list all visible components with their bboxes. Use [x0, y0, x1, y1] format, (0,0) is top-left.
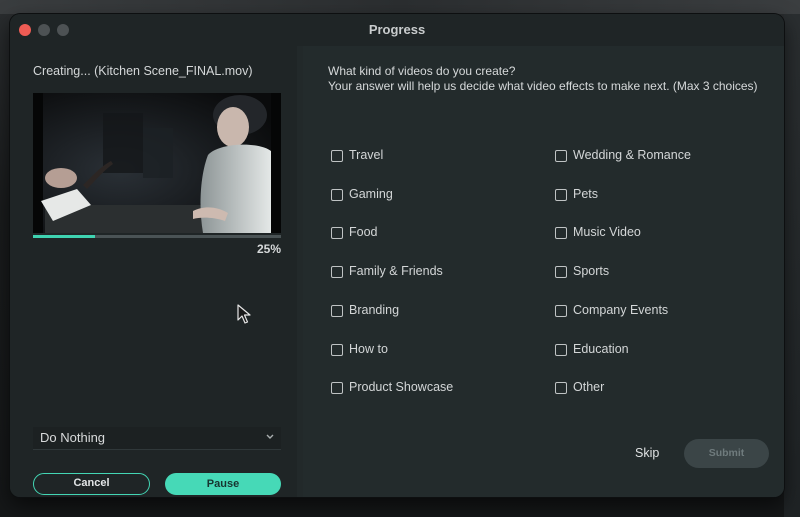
export-progress-bar [33, 235, 281, 238]
survey-option-label: Education [573, 341, 629, 356]
dialog-title: Progress [368, 22, 426, 37]
title-bar: Progress [10, 14, 784, 46]
video-preview-thumbnail [33, 93, 281, 233]
survey-option-label: Gaming [349, 186, 393, 201]
export-progress-pane: Creating... (Kitchen Scene_FINAL.mov) 25… [10, 46, 297, 497]
checkbox-icon[interactable] [331, 343, 343, 356]
survey-option-label: Branding [349, 302, 400, 317]
survey-option-label: Company Events [573, 302, 669, 317]
survey-option-label: Other [573, 380, 605, 395]
after-export-action-value: Do Nothing [40, 430, 106, 445]
survey-option-label: Product Showcase [349, 380, 454, 395]
checkbox-icon[interactable] [331, 188, 343, 201]
progress-percent-label: 25% [256, 242, 281, 256]
checkbox-icon[interactable] [555, 382, 567, 395]
survey-question: What kind of videos do you create? Your a… [328, 64, 758, 94]
checkbox-icon[interactable] [555, 227, 567, 240]
background-strip [0, 0, 800, 14]
checkbox-icon[interactable] [331, 304, 343, 317]
chevron-down-icon [266, 434, 274, 439]
survey-option-label: Pets [573, 186, 599, 201]
survey-option-label: Family & Friends [349, 264, 443, 279]
submit-button[interactable]: Submit [684, 439, 769, 468]
checkbox-icon[interactable] [555, 188, 567, 201]
checkbox-icon[interactable] [331, 382, 343, 395]
skip-button[interactable]: Skip [635, 446, 659, 460]
checkbox-icon[interactable] [331, 150, 343, 162]
survey-option-label: Wedding & Romance [573, 148, 691, 162]
creating-status-text: Creating... (Kitchen Scene_FINAL.mov) [33, 64, 253, 78]
checkbox-icon[interactable] [555, 266, 567, 279]
survey-option-label: Food [349, 225, 378, 240]
survey-option-label: Music Video [573, 225, 641, 240]
checkbox-icon[interactable] [331, 227, 343, 240]
checkbox-icon[interactable] [555, 150, 567, 162]
survey-option-label: Travel [349, 148, 384, 162]
survey-question-line: Your answer will help us decide what vid… [328, 79, 758, 93]
survey-option-label: How to [349, 341, 388, 356]
pause-button[interactable]: Pause [165, 473, 281, 495]
cancel-button[interactable]: Cancel [33, 473, 150, 495]
background-edge [784, 14, 800, 517]
kitchen-scene-frame-image [33, 93, 281, 233]
progress-dialog: Progress Creating... (Kitchen Scene_FINA… [10, 14, 784, 497]
mouse-cursor-icon [237, 304, 251, 324]
survey-option-label: Sports [573, 264, 610, 279]
survey-pane: What kind of videos do you create? Your a… [303, 46, 784, 497]
survey-question-line: What kind of videos do you create? [328, 64, 516, 78]
export-progress-fill [33, 235, 95, 238]
checkbox-icon[interactable] [331, 266, 343, 279]
after-export-action-select[interactable]: Do Nothing [33, 427, 281, 450]
checkbox-icon[interactable] [555, 343, 567, 356]
checkbox-icon[interactable] [555, 304, 567, 317]
